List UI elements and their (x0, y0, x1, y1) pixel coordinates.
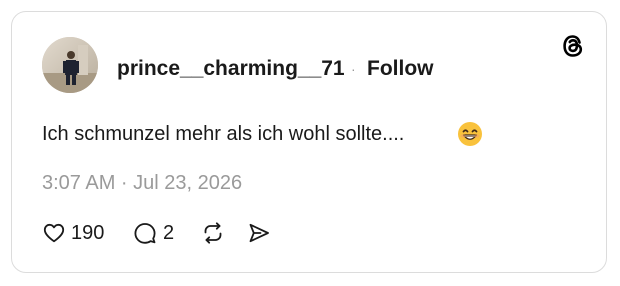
threads-post-card: prince__charming__71 · Follow Ich schmun… (11, 11, 607, 273)
comment-icon (134, 223, 156, 244)
avatar[interactable] (42, 37, 98, 93)
reply-button[interactable]: 2 (133, 219, 183, 247)
threads-logo-icon[interactable] (560, 33, 586, 59)
heart-icon (43, 223, 65, 243)
reply-count: 2 (163, 222, 175, 244)
post-text: Ich schmunzel mehr als ich wohl sollte..… (42, 123, 405, 145)
like-button[interactable]: 190 (42, 219, 112, 247)
repost-button[interactable] (201, 219, 229, 247)
repost-icon (204, 222, 222, 244)
post-timestamp[interactable]: 3:07 AM · Jul 23, 2026 (42, 170, 242, 196)
separator-dot: · (351, 61, 356, 77)
follow-button[interactable]: Follow (367, 57, 434, 81)
send-icon (249, 223, 269, 243)
grinning-emoji-icon (457, 121, 483, 147)
username[interactable]: prince__charming__71 (117, 57, 345, 81)
like-count: 190 (71, 222, 105, 244)
share-button[interactable] (247, 219, 275, 247)
